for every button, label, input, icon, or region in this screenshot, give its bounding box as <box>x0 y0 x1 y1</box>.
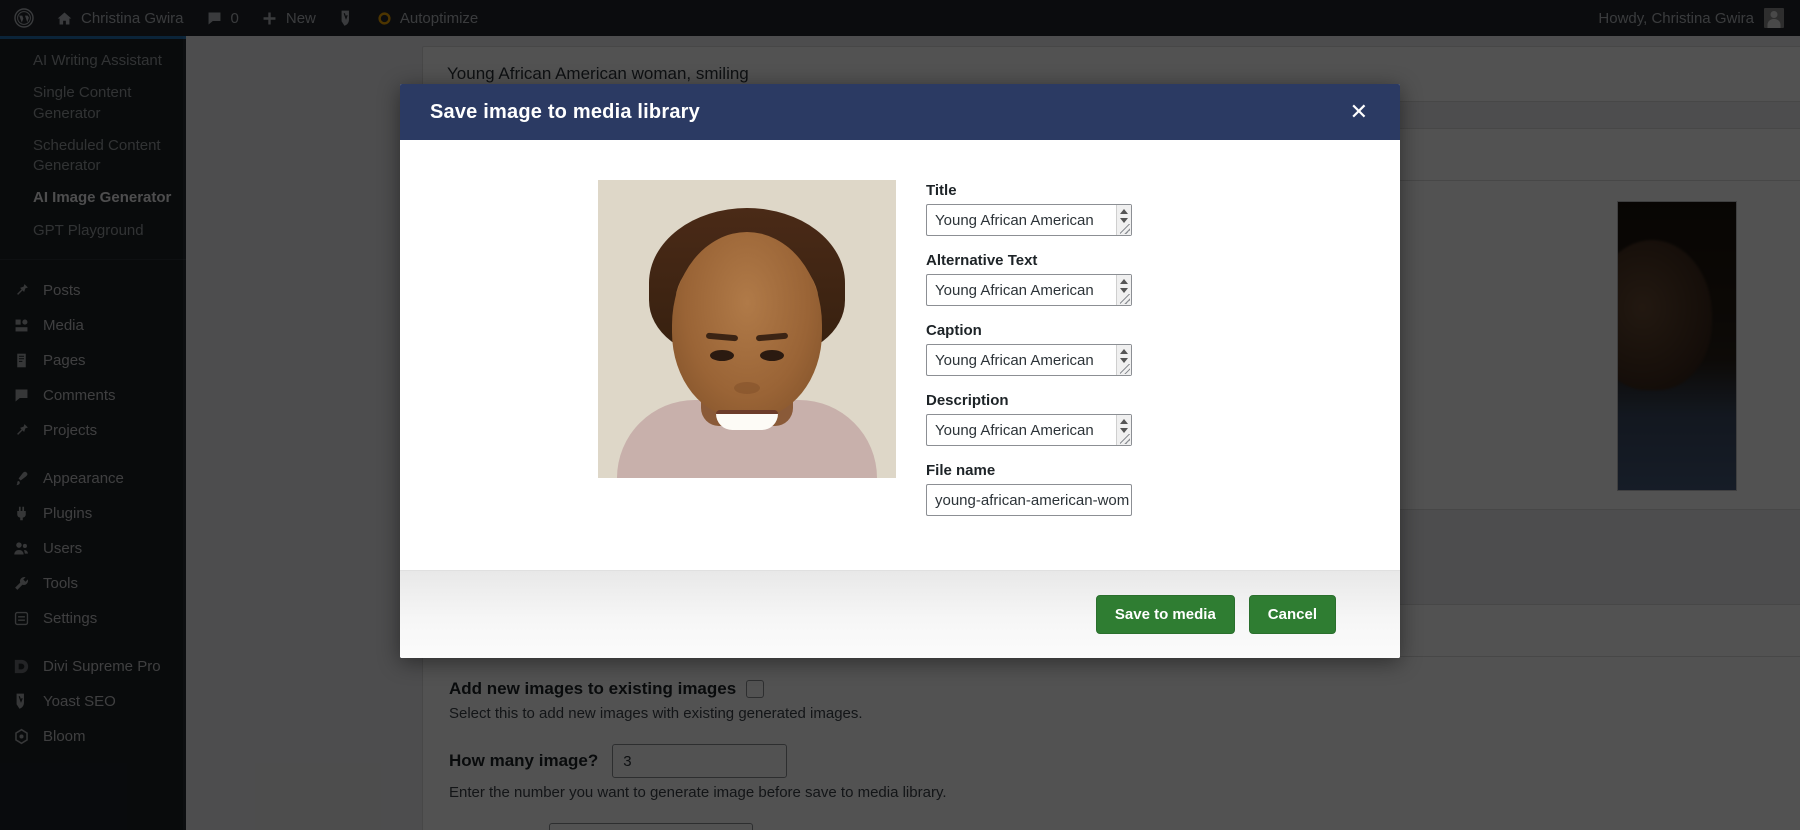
field-title: Title Young African American <box>926 182 1360 236</box>
scroll-up-arrow-icon <box>1120 209 1128 214</box>
close-icon[interactable]: ✕ <box>1344 97 1374 127</box>
field-description: Description Young African American <box>926 392 1360 446</box>
metadata-fields: Title Young African American Alternative <box>926 180 1360 570</box>
scroll-down-arrow-icon <box>1120 358 1128 363</box>
resize-grip-icon[interactable] <box>1120 434 1130 444</box>
modal-header: Save image to media library ✕ <box>400 84 1400 140</box>
preview-face <box>672 232 822 430</box>
save-image-modal: Save image to media library ✕ Title Youn… <box>400 84 1400 658</box>
caption-label: Caption <box>926 322 982 339</box>
scroll-up-arrow-icon <box>1120 349 1128 354</box>
resize-grip-icon[interactable] <box>1120 294 1130 304</box>
modal-body: Title Young African American Alternative <box>400 140 1400 570</box>
alternative-text-textarea[interactable]: Young African American <box>926 274 1132 306</box>
resize-grip-icon[interactable] <box>1120 224 1130 234</box>
field-alternative-text: Alternative Text Young African American <box>926 252 1360 306</box>
caption-textarea-wrap: Young African American <box>926 344 1132 376</box>
alternative-text-label: Alternative Text <box>926 252 1038 269</box>
field-caption: Caption Young African American <box>926 322 1360 376</box>
preview-eye-right <box>710 350 734 361</box>
save-to-media-button[interactable]: Save to media <box>1095 595 1235 634</box>
description-textarea[interactable]: Young African American <box>926 414 1132 446</box>
scroll-up-arrow-icon <box>1120 419 1128 424</box>
file-name-input[interactable]: young-african-american-wom <box>926 484 1132 516</box>
description-label: Description <box>926 392 1009 409</box>
resize-grip-icon[interactable] <box>1120 364 1130 374</box>
field-file-name: File name young-african-american-wom <box>926 462 1360 516</box>
alternative-text-value: Young African American <box>935 281 1094 299</box>
preview-nose <box>734 382 760 394</box>
title-label: Title <box>926 182 957 199</box>
scroll-up-arrow-icon <box>1120 279 1128 284</box>
app-root: Christina Gwira 0 New <box>0 0 1800 830</box>
file-name-label: File name <box>926 462 996 479</box>
image-preview <box>598 180 896 478</box>
preview-mouth <box>716 410 778 430</box>
description-value: Young African American <box>935 421 1094 439</box>
alternative-text-textarea-wrap: Young African American <box>926 274 1132 306</box>
file-name-value: young-african-american-wom <box>935 491 1130 509</box>
caption-value: Young African American <box>935 351 1094 369</box>
title-value: Young African American <box>935 211 1094 229</box>
title-textarea[interactable]: Young African American <box>926 204 1132 236</box>
preview-brow-left <box>755 332 789 342</box>
scroll-down-arrow-icon <box>1120 288 1128 293</box>
preview-eye-left <box>760 350 784 361</box>
preview-brow-right <box>705 332 739 342</box>
scroll-down-arrow-icon <box>1120 428 1128 433</box>
modal-footer: Save to media Cancel <box>400 570 1400 658</box>
title-textarea-wrap: Young African American <box>926 204 1132 236</box>
scroll-down-arrow-icon <box>1120 218 1128 223</box>
cancel-button[interactable]: Cancel <box>1248 595 1336 634</box>
caption-textarea[interactable]: Young African American <box>926 344 1132 376</box>
description-textarea-wrap: Young African American <box>926 414 1132 446</box>
modal-title: Save image to media library <box>430 100 700 123</box>
